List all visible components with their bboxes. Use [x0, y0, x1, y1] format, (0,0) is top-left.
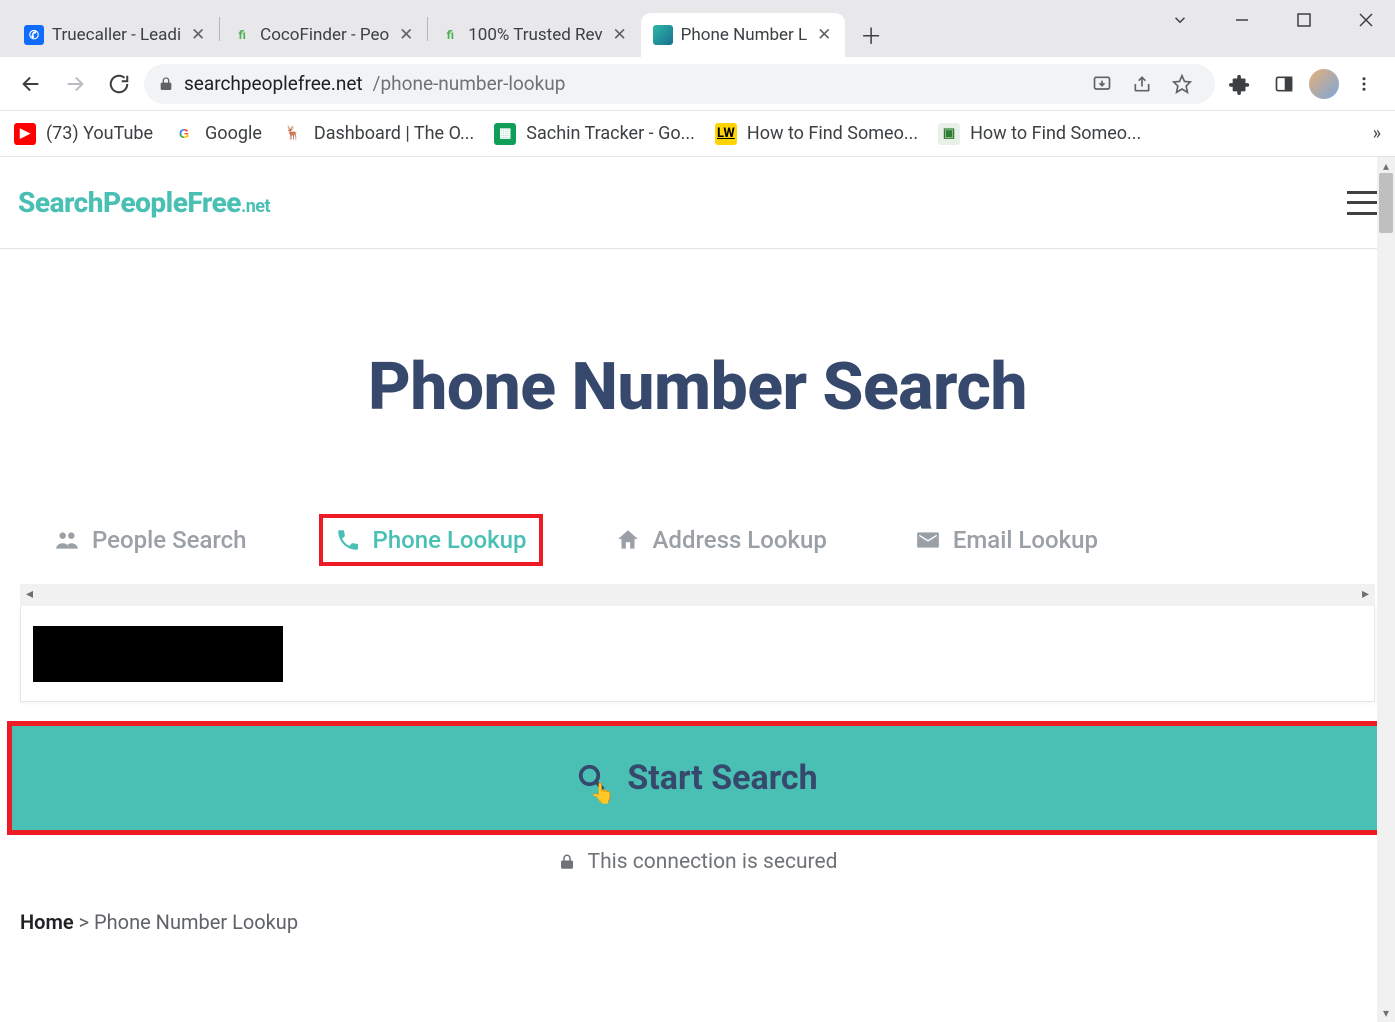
- phone-input-redacted[interactable]: [33, 626, 283, 682]
- tab-label: People Search: [92, 526, 247, 554]
- tab-label: Phone Lookup: [373, 526, 527, 554]
- secure-connection-note: This connection is secured: [0, 850, 1395, 874]
- bookmark-youtube[interactable]: ▶ (73) YouTube: [14, 123, 153, 145]
- scroll-left-icon[interactable]: ◂: [26, 586, 33, 602]
- tab-cocofinder[interactable]: fi CocoFinder - Peo ✕: [220, 13, 427, 57]
- bookmark-label: How to Find Someo...: [970, 123, 1141, 144]
- lock-icon: [558, 853, 576, 871]
- search-type-tabs: People Search Phone Lookup Address Looku…: [0, 426, 1395, 564]
- url-path: /phone-number-lookup: [373, 72, 566, 95]
- new-tab-button[interactable]: ＋: [853, 17, 889, 53]
- vertical-scrollbar[interactable]: ▴ ▾: [1377, 157, 1395, 1022]
- hero: Phone Number Search: [0, 249, 1395, 426]
- bookmark-label: Dashboard | The O...: [314, 123, 474, 144]
- scroll-down-icon[interactable]: ▾: [1377, 1006, 1395, 1020]
- forward-button[interactable]: [56, 65, 94, 103]
- breadcrumb-home[interactable]: Home: [20, 910, 74, 934]
- bookmark-label: (73) YouTube: [46, 123, 153, 144]
- bookmark-howto-2[interactable]: ▣ How to Find Someo...: [938, 123, 1141, 145]
- bookmark-label: Sachin Tracker - Go...: [526, 123, 695, 144]
- url-host: searchpeoplefree.net: [184, 72, 363, 95]
- extensions-icon[interactable]: [1221, 65, 1259, 103]
- logo-tld: .net: [241, 196, 270, 217]
- side-panel-icon[interactable]: [1265, 65, 1303, 103]
- phone-square-icon: ✆: [24, 25, 44, 45]
- phone-icon: [335, 527, 361, 553]
- bookmark-howto-1[interactable]: LW How to Find Someo...: [715, 123, 918, 145]
- breadcrumb-separator: >: [79, 910, 89, 934]
- bookmark-star-icon[interactable]: [1163, 65, 1201, 103]
- close-icon[interactable]: ✕: [815, 26, 833, 44]
- page-title: Phone Number Search: [0, 349, 1395, 426]
- start-search-label: Start Search: [627, 758, 817, 798]
- bookmarks-overflow[interactable]: »: [1373, 123, 1381, 144]
- tab-label: Phone Number L: [681, 25, 808, 45]
- lock-icon: [158, 76, 174, 92]
- window-close-button[interactable]: [1349, 6, 1383, 34]
- browser-toolbar: searchpeoplefree.net/phone-number-lookup: [0, 57, 1395, 111]
- chrome-menu-icon[interactable]: [1345, 65, 1383, 103]
- site-header: SearchPeopleFree.net: [0, 157, 1395, 249]
- google-icon: G: [173, 123, 195, 145]
- tab-search-dropdown-icon[interactable]: [1163, 6, 1197, 34]
- share-icon[interactable]: [1123, 65, 1161, 103]
- start-search-button[interactable]: Start Search 👆: [12, 726, 1383, 830]
- close-icon[interactable]: ✕: [189, 26, 207, 44]
- fi-icon: fi: [440, 25, 460, 45]
- bookmark-sachin-tracker[interactable]: ▦ Sachin Tracker - Go...: [494, 123, 695, 145]
- scroll-thumb[interactable]: [1379, 173, 1393, 233]
- scroll-right-icon[interactable]: ▸: [1362, 586, 1369, 602]
- lw-icon: LW: [715, 123, 737, 145]
- tab-label: 100% Trusted Rev: [468, 25, 602, 45]
- page-content: SearchPeopleFree.net Phone Number Search…: [0, 157, 1395, 1022]
- close-icon[interactable]: ✕: [611, 26, 629, 44]
- breadcrumb: Home > Phone Number Lookup: [0, 874, 1395, 934]
- phone-input-container: [20, 606, 1375, 702]
- horizontal-scrollbar[interactable]: ◂ ▸: [20, 584, 1375, 606]
- bookmark-dashboard[interactable]: 🦌 Dashboard | The O...: [282, 123, 474, 145]
- back-button[interactable]: [12, 65, 50, 103]
- bookmarks-bar: ▶ (73) YouTube G Google 🦌 Dashboard | Th…: [0, 111, 1395, 157]
- site-logo[interactable]: SearchPeopleFree.net: [18, 186, 270, 219]
- bookmark-label: Google: [205, 123, 262, 144]
- tab-label: Address Lookup: [653, 526, 827, 554]
- bookmark-google[interactable]: G Google: [173, 123, 262, 145]
- search-icon: [577, 763, 607, 793]
- picture-icon: ▣: [938, 123, 960, 145]
- logo-text: SearchPeopleFree: [18, 186, 241, 219]
- tab-people-search[interactable]: People Search: [40, 516, 261, 564]
- breadcrumb-current: Phone Number Lookup: [94, 910, 298, 934]
- scroll-up-icon[interactable]: ▴: [1377, 159, 1395, 173]
- home-icon: [615, 527, 641, 553]
- youtube-icon: ▶: [14, 123, 36, 145]
- tab-address-lookup[interactable]: Address Lookup: [601, 516, 841, 564]
- fi-icon: fi: [232, 25, 252, 45]
- sheets-icon: ▦: [494, 123, 516, 145]
- close-icon[interactable]: ✕: [397, 26, 415, 44]
- tab-label: Truecaller - Leadi: [52, 25, 181, 45]
- secure-text: This connection is secured: [588, 850, 838, 874]
- tab-email-lookup[interactable]: Email Lookup: [901, 516, 1112, 564]
- tab-truecaller[interactable]: ✆ Truecaller - Leadi ✕: [12, 13, 219, 57]
- deer-icon: 🦌: [282, 123, 304, 145]
- start-search-highlight: Start Search 👆: [12, 726, 1383, 830]
- window-minimize-button[interactable]: [1225, 6, 1259, 34]
- tab-label: CocoFinder - Peo: [260, 25, 389, 45]
- tab-phone-number-lookup[interactable]: Phone Number L ✕: [641, 13, 846, 57]
- install-app-icon[interactable]: [1083, 65, 1121, 103]
- reload-button[interactable]: [100, 65, 138, 103]
- browser-tabstrip: ✆ Truecaller - Leadi ✕ fi CocoFinder - P…: [0, 0, 1395, 57]
- tab-label: Email Lookup: [953, 526, 1098, 554]
- address-bar[interactable]: searchpeoplefree.net/phone-number-lookup: [144, 64, 1215, 104]
- window-maximize-button[interactable]: [1287, 6, 1321, 34]
- site-favicon-icon: [653, 25, 673, 45]
- profile-avatar[interactable]: [1309, 69, 1339, 99]
- hamburger-menu-icon[interactable]: [1347, 191, 1377, 215]
- people-icon: [54, 527, 80, 553]
- mail-icon: [915, 527, 941, 553]
- bookmark-label: How to Find Someo...: [747, 123, 918, 144]
- tab-trusted-review[interactable]: fi 100% Trusted Rev ✕: [428, 13, 640, 57]
- tab-phone-lookup[interactable]: Phone Lookup: [321, 516, 541, 564]
